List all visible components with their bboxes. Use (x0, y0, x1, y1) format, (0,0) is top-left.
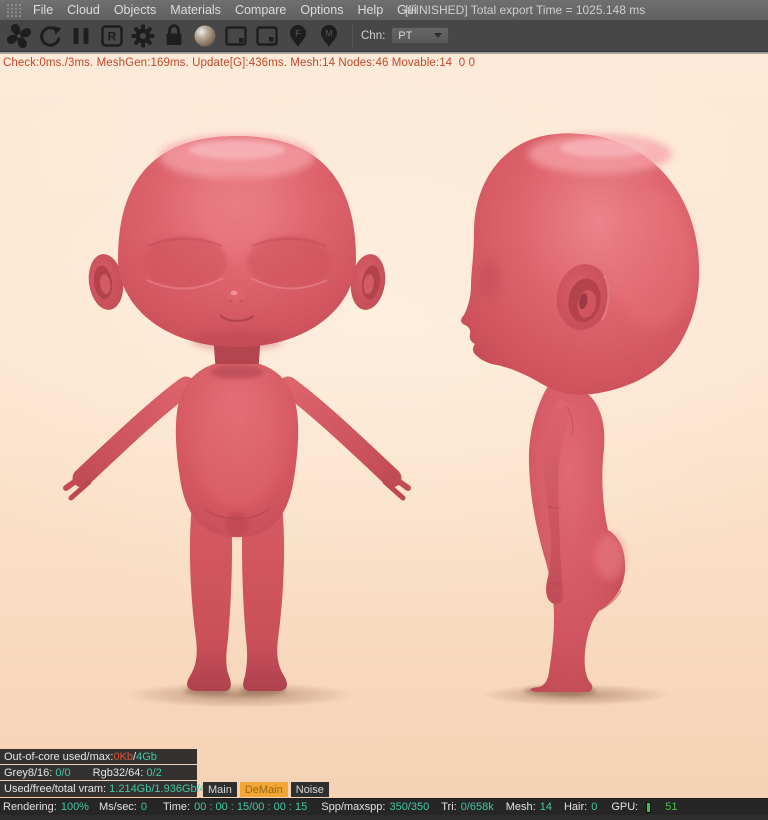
spp-value: 350/350 (389, 801, 430, 813)
pass-buttons: Main DeMain Noise (203, 782, 329, 797)
grey-value: 0/0 (55, 766, 71, 779)
out-of-core-label: Out-of-core used/max: (4, 750, 114, 763)
out-of-core-row: Out-of-core used/max: 0Kb/4Gb (0, 749, 197, 764)
restart-render-icon[interactable] (36, 22, 64, 50)
render-image (63, 133, 700, 708)
menu-file[interactable]: File (33, 3, 53, 17)
material-picker-pin-icon[interactable]: M (315, 22, 343, 50)
mssec-label: Ms/sec: (98, 801, 137, 813)
demain-pass-button[interactable]: DeMain (239, 782, 288, 797)
menu-help[interactable]: Help (357, 3, 383, 17)
out-of-core-max: 4Gb (136, 750, 157, 763)
render-ball-icon[interactable] (191, 22, 219, 50)
mesh-label: Mesh: (505, 801, 536, 813)
gpu-value: 51 (665, 801, 678, 813)
channel-value: PT (398, 29, 413, 42)
menu-cloud[interactable]: Cloud (67, 3, 100, 17)
viewport-status-line: Check:0ms./3ms. MeshGen:169ms. Update[G]… (3, 57, 476, 69)
mesh-value: 14 (539, 801, 552, 813)
figure-side-view (461, 133, 700, 692)
channel-label: Chn: (361, 29, 386, 42)
export-time-status: [FINISHED] Total export Time = 1025.148 … (405, 3, 646, 17)
focus-picker-pin-icon[interactable]: F (284, 22, 312, 50)
focus-pin-glyph: F (295, 28, 301, 38)
hair-label: Hair: (563, 801, 588, 813)
film-region-icon[interactable] (253, 22, 281, 50)
tri-value: 0/658k (460, 801, 494, 813)
octane-render-window: File Cloud Objects Materials Compare Opt… (0, 0, 768, 820)
app-grid-icon (6, 3, 22, 17)
vram-row: Used/free/total vram: 1.214Gb/1.936Gb/4G… (0, 781, 220, 797)
restart-r-glyph: R (108, 29, 117, 43)
restart-region-icon[interactable]: R (98, 22, 126, 50)
rgb-value: 0/2 (146, 766, 162, 779)
main-pass-button[interactable]: Main (203, 782, 237, 797)
rendering-value: 100% (60, 801, 89, 813)
status-bar: Rendering: 100% Ms/sec: 0 Time: 00 : 00 … (0, 798, 768, 815)
menu-bar: File Cloud Objects Materials Compare Opt… (0, 0, 768, 20)
out-of-core-used: 0Kb (113, 750, 134, 763)
region-picker-icon[interactable] (222, 22, 250, 50)
noise-pass-button[interactable]: Noise (290, 782, 329, 797)
settings-gear-icon[interactable] (129, 22, 157, 50)
grey-label: Grey8/16: (4, 766, 56, 779)
tri-label: Tri: (441, 801, 457, 813)
texture-stats-row: Grey8/16: 0/0 Rgb32/64: 0/2 (0, 765, 197, 780)
octane-fan-icon[interactable] (5, 22, 33, 50)
rgb-label: Rgb32/64: (92, 766, 147, 779)
rendering-label: Rendering: (3, 801, 57, 813)
window-bottom-edge (0, 815, 768, 820)
render-viewport[interactable]: Check:0ms./3ms. MeshGen:169ms. Update[G]… (0, 54, 768, 798)
toolbar-separator (352, 23, 353, 48)
menu-options[interactable]: Options (300, 3, 343, 17)
toolbar: R F M Chn: PT (0, 20, 768, 52)
menu-materials[interactable]: Materials (170, 3, 221, 17)
pause-render-icon[interactable] (67, 22, 95, 50)
hair-value: 0 (591, 801, 598, 813)
menu-objects[interactable]: Objects (114, 3, 156, 17)
gpu-meter (646, 801, 652, 813)
chevron-down-icon (434, 33, 443, 38)
spp-label: Spp/maxspp: (321, 801, 386, 813)
vram-label: Used/free/total vram: (4, 783, 110, 795)
time-value: 00 : 00 : 15/00 : 00 : 15 (194, 801, 308, 813)
time-label: Time: (163, 801, 191, 813)
menu-compare[interactable]: Compare (235, 3, 286, 17)
material-pin-glyph: M (325, 28, 333, 38)
mssec-value: 0 (140, 801, 147, 813)
gpu-label: GPU: (611, 801, 639, 813)
figure-front-view (63, 135, 411, 691)
lock-resolution-icon[interactable] (160, 22, 188, 50)
channel-dropdown[interactable]: PT (391, 27, 450, 44)
